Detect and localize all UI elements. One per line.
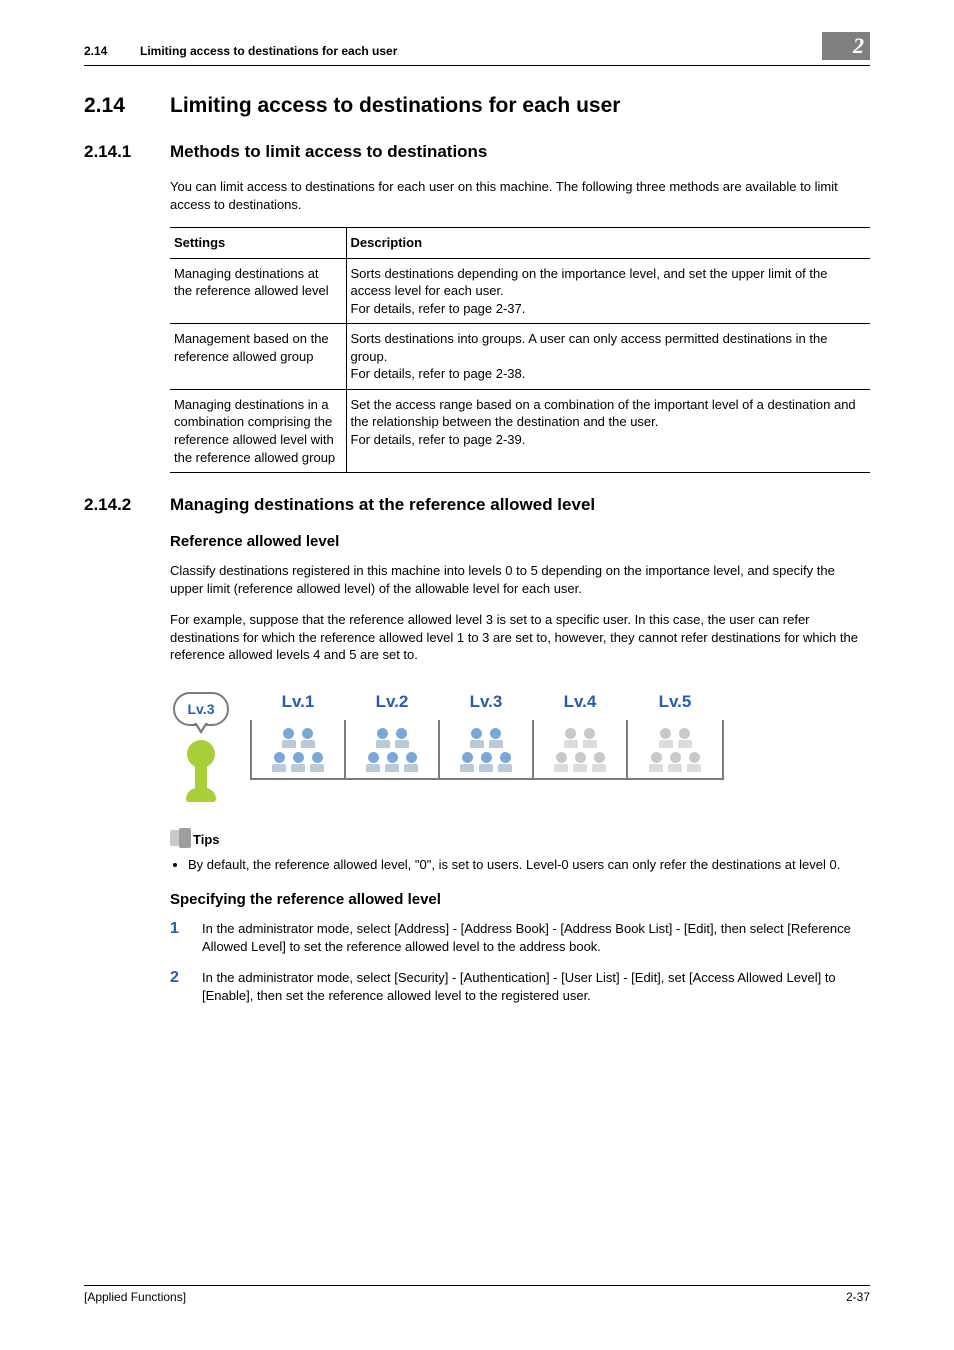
h2-title: Managing destinations at the reference a… [170,495,595,515]
person-icon [271,752,287,772]
table-row: Managing destinations in a combination c… [170,389,870,472]
methods-table: Settings Description Managing destinatio… [170,227,870,473]
table-cell: Set the access range based on a combinat… [346,389,870,472]
step-item: 1 In the administrator mode, select [Add… [170,920,870,955]
person-icon [365,752,381,772]
section-heading-2-14: 2.14 Limiting access to destinations for… [84,94,870,118]
level-column: Lv.4 [534,720,628,778]
table-cell: Managing destinations at the reference a… [170,258,346,324]
h3-specifying: Specifying the reference allowed level [170,891,870,908]
level-label: Lv.5 [628,692,722,712]
person-icon [582,728,598,748]
level-column: Lv.2 [346,720,440,778]
level-column: Lv.1 [252,720,346,778]
tips-icon [170,830,191,850]
h3-reference-allowed-level: Reference allowed level [170,533,870,550]
h2-title: Methods to limit access to destinations [170,142,487,162]
person-icon [384,752,400,772]
step-text: In the administrator mode, select [Addre… [202,920,870,955]
table-cell: Managing destinations in a combination c… [170,389,346,472]
tips-item: By default, the reference allowed level,… [188,856,870,874]
person-icon [497,752,513,772]
intro-paragraph: You can limit access to destinations for… [170,178,870,213]
person-icon [488,728,504,748]
page-footer: [Applied Functions] 2-37 [84,1285,870,1304]
level-columns: Lv.1Lv.2Lv.3Lv.4Lv.5 [250,720,724,780]
steps-list: 1 In the administrator mode, select [Add… [170,920,870,1004]
person-icon [394,728,410,748]
person-icon [686,752,702,772]
person-icon [677,728,693,748]
person-icon [375,728,391,748]
running-head-title: Limiting access to destinations for each… [140,44,870,58]
level-column: Lv.5 [628,720,722,778]
table-head-description: Description [346,228,870,259]
level-label: Lv.4 [534,692,626,712]
step-item: 2 In the administrator mode, select [Sec… [170,969,870,1004]
paragraph: For example, suppose that the reference … [170,611,870,664]
level-column: Lv.3 [440,720,534,778]
footer-right: 2-37 [846,1290,870,1304]
person-icon [667,752,683,772]
chapter-badge: 2 [822,32,870,60]
level-label: Lv.1 [252,692,344,712]
bubble-label: Lv.3 [188,701,215,717]
person-icon [469,728,485,748]
table-cell: Sorts destinations into groups. A user c… [346,324,870,390]
person-icon [572,752,588,772]
running-head-num: 2.14 [84,44,140,58]
subsection-heading-2-14-2: 2.14.2 Managing destinations at the refe… [84,495,870,515]
step-number: 2 [170,969,184,1004]
person-icon [658,728,674,748]
person-icon [281,728,297,748]
person-icon [591,752,607,772]
person-icon [403,752,419,772]
person-icon [478,752,494,772]
person-icon [300,728,316,748]
person-icon [563,728,579,748]
diagram-user: Lv.3 [170,692,232,802]
user-pawn-icon [181,740,221,802]
step-number: 1 [170,920,184,955]
step-text: In the administrator mode, select [Secur… [202,969,870,1004]
footer-left: [Applied Functions] [84,1290,186,1304]
h2-num: 2.14.2 [84,495,170,515]
h1-title: Limiting access to destinations for each… [170,94,620,118]
h1-num: 2.14 [84,94,170,118]
table-row: Managing destinations at the reference a… [170,258,870,324]
person-icon [459,752,475,772]
table-head-settings: Settings [170,228,346,259]
table-cell: Sorts destinations depending on the impo… [346,258,870,324]
running-head: 2.14 Limiting access to destinations for… [84,40,870,66]
paragraph: Classify destinations registered in this… [170,562,870,597]
speech-bubble: Lv.3 [173,692,229,726]
table-row: Management based on the reference allowe… [170,324,870,390]
level-label: Lv.3 [440,692,532,712]
person-icon [309,752,325,772]
person-icon [553,752,569,772]
tips-block: Tips By default, the reference allowed l… [170,830,870,874]
person-icon [648,752,664,772]
level-diagram: Lv.3 Lv.1Lv.2Lv.3Lv.4Lv.5 [170,692,870,802]
tips-label: Tips [193,832,220,847]
h2-num: 2.14.1 [84,142,170,162]
level-label: Lv.2 [346,692,438,712]
subsection-heading-2-14-1: 2.14.1 Methods to limit access to destin… [84,142,870,162]
person-icon [290,752,306,772]
table-cell: Management based on the reference allowe… [170,324,346,390]
